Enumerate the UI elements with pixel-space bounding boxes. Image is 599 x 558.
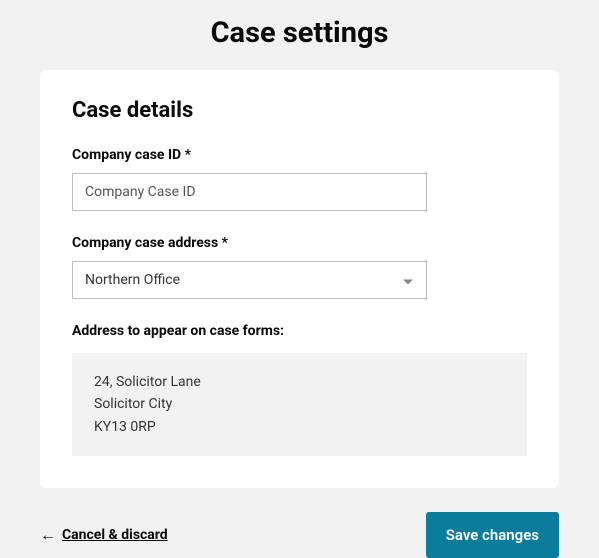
address-line-1: 24, Solicitor Lane <box>94 371 505 393</box>
case-details-card: Case details Company case ID * Company c… <box>40 70 559 488</box>
company-case-id-label: Company case ID * <box>72 147 527 163</box>
page-title: Case settings <box>0 0 599 70</box>
cancel-discard-link[interactable]: ← Cancel & discard <box>40 527 168 543</box>
address-line-3: KY13 0RP <box>94 416 505 438</box>
company-case-id-group: Company case ID * <box>72 147 527 211</box>
arrow-left-icon: ← <box>40 527 56 543</box>
company-case-address-group: Company case address * Northern Office <box>72 235 527 299</box>
company-case-address-selected: Northern Office <box>85 272 180 288</box>
address-line-2: Solicitor City <box>94 393 505 415</box>
save-changes-button[interactable]: Save changes <box>426 512 559 558</box>
company-case-address-label: Company case address * <box>72 235 527 251</box>
address-preview-label: Address to appear on case forms: <box>72 323 527 339</box>
address-preview-section: Address to appear on case forms: 24, Sol… <box>72 323 527 456</box>
company-case-id-input[interactable] <box>72 173 427 211</box>
card-title: Case details <box>72 98 527 123</box>
cancel-discard-label: Cancel & discard <box>62 527 168 543</box>
company-case-address-select[interactable]: Northern Office <box>72 261 427 299</box>
address-preview-box: 24, Solicitor Lane Solicitor City KY13 0… <box>72 353 527 456</box>
footer-actions: ← Cancel & discard Save changes <box>40 512 559 558</box>
